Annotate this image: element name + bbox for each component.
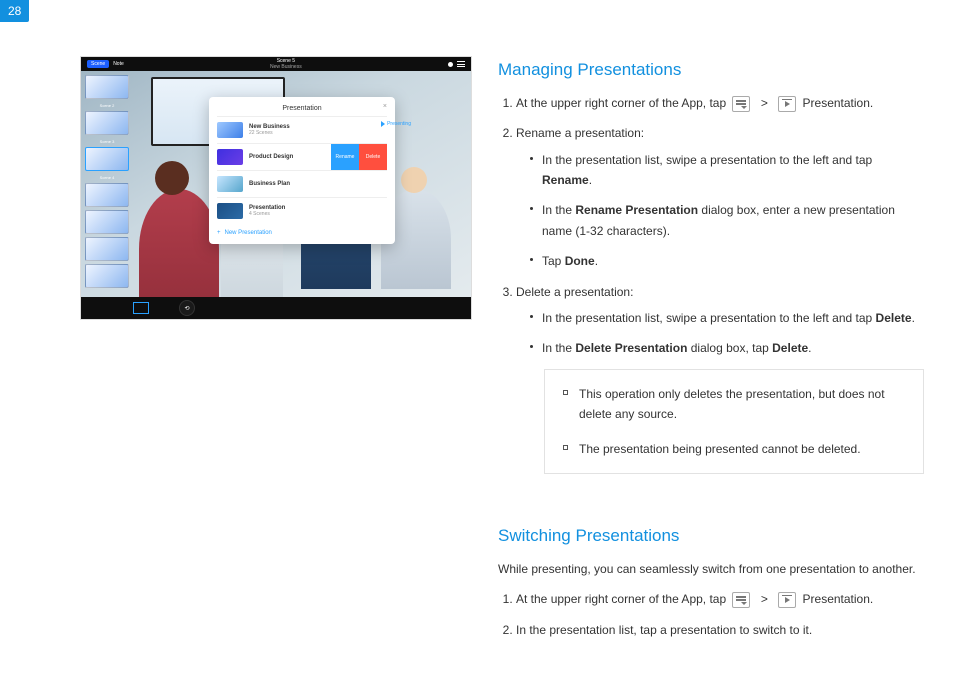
list-item: Tap Done. [530,251,924,271]
close-icon[interactable]: × [383,103,387,110]
presentation-sub: 22 Scenes [249,131,290,137]
list-item: Delete a presentation: In the presentati… [516,282,924,359]
list-dropdown-icon [732,592,750,608]
scene-thumbnail[interactable] [85,111,129,135]
heading-switching: Switching Presentations [498,522,924,551]
presentation-title: Product Design [249,154,293,161]
scene-thumbnail-label: Scene 4 [85,175,129,180]
scene-thumbnail[interactable] [85,237,129,261]
app-screenshot: Scene Note Scene 5 New Business [80,56,472,320]
step-text: . [595,254,598,268]
scene-mode-button[interactable]: Scene [87,60,109,68]
scene-thumbnail[interactable] [85,75,129,99]
app-topbar: Scene Note Scene 5 New Business [81,57,471,71]
panel-title: Presentation [282,105,321,112]
page-number-tab: 28 [0,0,29,22]
scene-thumbnail-label: Scene 3 [85,139,129,144]
step-text: In the [542,341,575,355]
presentation-thumb [217,176,243,192]
step-text: In the presentation list, swipe a presen… [542,311,876,325]
presentation-row[interactable]: Product Design Rename Delete [217,143,387,170]
step-text: . [912,311,915,325]
presentation-play-icon [778,96,796,112]
scene-thumbnail-label: Scene 2 [85,103,129,108]
page: 28 Scene Note Scene 5 New Business [0,0,954,676]
note-item: The presentation being presented cannot … [563,439,905,459]
list-item: Rename a presentation: In the presentati… [516,123,924,271]
presentation-title: Business Plan [249,181,290,188]
step-text: Tap [542,254,565,268]
breadcrumb-sep: > [761,96,768,110]
link-button[interactable]: ⟲ [179,300,195,316]
step-text: Presentation. [803,96,874,110]
step-text: Delete a presentation: [516,285,633,299]
step-text: . [589,173,592,187]
step-text: Presentation. [803,592,874,606]
intro-text: While presenting, you can seamlessly swi… [498,559,924,579]
step-text: In the [542,203,575,217]
scene-thumbnail[interactable] [85,210,129,234]
managing-steps: At the upper right corner of the App, ta… [516,93,924,359]
add-scene-button[interactable] [133,302,149,314]
note-mode-button[interactable]: Note [113,61,124,67]
presentation-row[interactable]: Business Plan [217,170,387,197]
record-icon[interactable] [448,62,453,67]
heading-managing: Managing Presentations [498,56,924,85]
list-item: In the Rename Presentation dialog box, e… [530,200,924,241]
presentation-thumb [217,149,243,165]
bold-term: Done [565,254,595,268]
presentation-sub: 4 Scenes [249,212,285,218]
figure-person [139,189,219,309]
note-box: This operation only deletes the presenta… [544,369,924,474]
doc-text: Managing Presentations At the upper righ… [498,56,924,650]
step-text: In the presentation list, swipe a presen… [542,153,872,167]
presentation-panel: Presentation × New Business 22 Scenes Pr… [209,97,395,244]
list-item: At the upper right corner of the App, ta… [516,589,924,609]
bottom-strip: ⟲ [81,297,471,319]
presentation-row[interactable]: New Business 22 Scenes Presenting [217,116,387,143]
list-item: In the presentation list, swipe a presen… [530,308,924,328]
presentation-thumb [217,122,243,138]
presenting-badge: Presenting [381,121,411,127]
new-presentation-button[interactable]: New Presentation [217,224,387,236]
list-item: In the presentation list, tap a presenta… [516,620,924,640]
delete-button[interactable]: Delete [359,144,387,170]
scene-thumbnail[interactable] [85,147,129,171]
bold-term: Rename Presentation [575,203,698,217]
breadcrumb-sep: > [761,592,768,606]
page-content: Scene Note Scene 5 New Business [80,56,924,650]
scene-thumbnail-list: Scene 2 Scene 3 Scene 4 [85,75,129,288]
bold-term: Delete Presentation [575,341,687,355]
swipe-actions: Rename Delete [331,144,387,170]
note-item: This operation only deletes the presenta… [563,384,905,425]
scene-thumbnail[interactable] [85,264,129,288]
step-text: Rename a presentation: [516,126,644,140]
rename-button[interactable]: Rename [331,144,359,170]
list-item: In the Delete Presentation dialog box, t… [530,338,924,358]
list-item: At the upper right corner of the App, ta… [516,93,924,113]
presentation-row[interactable]: Presentation 4 Scenes [217,197,387,224]
scene-thumbnail[interactable] [85,183,129,207]
step-text: dialog box, tap [687,341,772,355]
bold-term: Rename [542,173,589,187]
presentation-play-icon [778,592,796,608]
list-item: In the presentation list, swipe a presen… [530,150,924,191]
topbar-subtitle: New Business [270,64,302,70]
presentation-thumb [217,203,243,219]
step-text: At the upper right corner of the App, ta… [516,96,726,110]
bold-term: Delete [772,341,808,355]
list-dropdown-icon [732,96,750,112]
step-text: . [808,341,811,355]
menu-icon[interactable] [457,61,465,67]
switching-steps: At the upper right corner of the App, ta… [516,589,924,640]
bold-term: Delete [876,311,912,325]
figure-column: Scene Note Scene 5 New Business [80,56,470,320]
step-text: At the upper right corner of the App, ta… [516,592,726,606]
